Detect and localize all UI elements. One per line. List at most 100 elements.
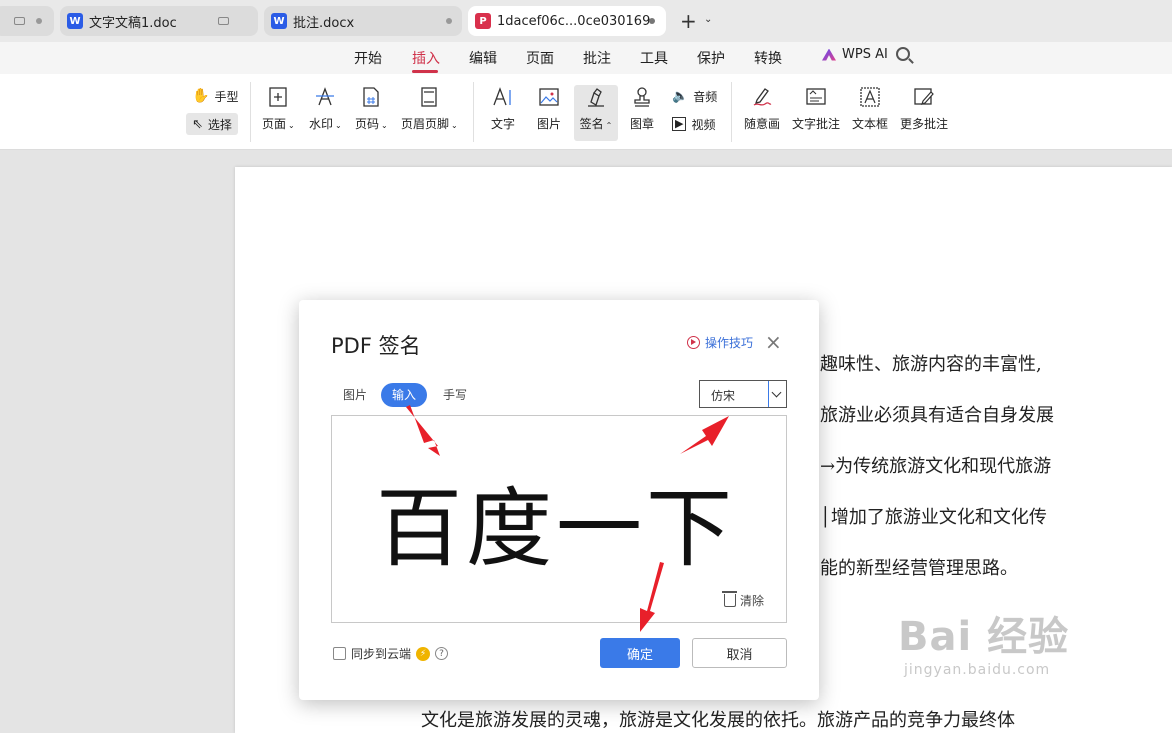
tips-link[interactable]: 操作技巧	[687, 334, 753, 351]
close-icon[interactable]: ×	[765, 332, 782, 352]
textbox-label: 文本框	[852, 117, 889, 131]
page-number-button[interactable]: 页码 ⌄	[355, 86, 388, 132]
caret-icon: ⌄	[381, 121, 388, 130]
monitor-icon	[14, 17, 25, 25]
tab-doc1-label: 文字文稿1.doc	[89, 15, 177, 31]
clear-label: 清除	[740, 594, 765, 608]
stamp-button[interactable]: 图章	[630, 86, 654, 132]
video-label: 视频	[691, 117, 716, 132]
more-comments-button[interactable]: 更多批注	[900, 86, 948, 132]
select-tool-button[interactable]: ⇖ 选择	[186, 113, 238, 135]
more-comments-icon	[914, 88, 934, 105]
font-select[interactable]: 仿宋	[699, 380, 787, 408]
freehand-label: 随意画	[744, 117, 781, 131]
tab-handwrite[interactable]: 手写	[443, 383, 467, 407]
font-select-value: 仿宋	[711, 389, 736, 403]
wps-ai-button[interactable]: WPS AI	[822, 47, 888, 62]
menu-page[interactable]: 页面	[526, 48, 554, 68]
text-label: 文字	[491, 117, 516, 131]
cursor-icon: ⇖	[192, 116, 203, 132]
clear-button[interactable]: 清除	[722, 591, 765, 609]
watermark-button[interactable]: 水印 ⌄	[309, 86, 342, 132]
page-label: 页面	[262, 117, 287, 131]
tab-doc1[interactable]: W 文字文稿1.doc	[60, 6, 258, 36]
ribbon-toolbar: ✋ 手型 ⇖ 选择 页面 ⌄ 水印 ⌄ 页码 ⌄ 页眉页脚 ⌄ 文字 图片 签名 ⌃ 图章…	[0, 74, 1172, 150]
text-comment-icon	[806, 88, 826, 105]
watermark-sub: jingyan.baidu.com	[904, 662, 1051, 678]
sign-button[interactable]: 签名 ⌃	[574, 85, 618, 141]
cancel-button[interactable]: 取消	[692, 638, 787, 668]
menu-protect[interactable]: 保护	[697, 48, 725, 68]
menu-edit[interactable]: 编辑	[469, 48, 497, 68]
hand-icon: ✋	[192, 88, 210, 104]
textbox-button[interactable]: 文本框	[852, 86, 888, 132]
close-dot-icon[interactable]	[446, 18, 452, 24]
caret-up-icon: ⌃	[605, 121, 613, 130]
audio-button[interactable]: 🔈 音频	[666, 85, 723, 107]
chevron-down-icon[interactable]	[768, 381, 786, 407]
pdf-sign-dialog: PDF 签名 操作技巧 × 图片 输入 手写 仿宋 百度一下 清除 同步到云端 …	[299, 300, 819, 700]
audio-label: 音频	[693, 89, 718, 104]
tips-label: 操作技巧	[705, 336, 754, 350]
tab-pdf-label: 1dacef06c...0ce030169	[497, 13, 651, 29]
document-line: 能的新型经营管理思路。	[820, 558, 1018, 579]
text-comment-button[interactable]: 文字批注	[792, 86, 840, 132]
image-icon	[539, 88, 559, 106]
baidu-watermark: Bai 经验 jingyan.baidu.com	[898, 604, 1069, 678]
image-label: 图片	[537, 117, 562, 131]
sync-checkbox[interactable]	[333, 647, 346, 660]
wps-ai-label: WPS AI	[842, 47, 888, 62]
active-menu-indicator	[412, 70, 438, 73]
tab-input[interactable]: 输入	[381, 383, 428, 407]
text-icon	[493, 87, 511, 106]
stamp-icon	[634, 87, 650, 107]
chevron-down-icon[interactable]: ⌄	[704, 14, 712, 25]
header-footer-button[interactable]: 页眉页脚 ⌄	[401, 86, 458, 132]
pdf-icon: P	[475, 13, 491, 29]
help-icon[interactable]: ?	[435, 647, 449, 660]
page-button[interactable]: 页面 ⌄	[262, 86, 295, 132]
menu-tools[interactable]: 工具	[640, 48, 668, 68]
separator	[250, 82, 251, 142]
dot-icon	[36, 18, 42, 24]
document-line: 趣味性、旅游内容的丰富性,	[820, 354, 1042, 375]
video-button[interactable]: ▶ 视频	[666, 113, 721, 135]
menu-convert[interactable]: 转换	[754, 48, 782, 68]
caret-icon: ⌄	[288, 121, 295, 130]
more-comments-label: 更多批注	[900, 117, 949, 131]
watermark-icon	[316, 87, 335, 106]
menu-start[interactable]: 开始	[354, 48, 382, 68]
select-label: 选择	[207, 117, 232, 132]
caret-icon: ⌄	[335, 121, 342, 130]
textbox-icon	[860, 87, 880, 107]
sync-label: 同步到云端	[351, 647, 412, 661]
ok-button[interactable]: 确定	[600, 638, 680, 668]
signature-text: 百度一下	[376, 479, 736, 579]
menu-bar: 开始 插入 编辑 页面 批注 工具 保护 转换 WPS AI	[0, 42, 1172, 74]
watermark-main: Bai 经验	[898, 614, 1070, 660]
tab-pdf[interactable]: P 1dacef06c...0ce030169	[468, 6, 666, 36]
menu-insert[interactable]: 插入	[412, 48, 440, 68]
tab-doc2[interactable]: W 批注.docx	[264, 6, 462, 36]
image-button[interactable]: 图片	[537, 86, 561, 132]
text-button[interactable]: 文字	[491, 86, 515, 132]
word-icon: W	[271, 13, 287, 29]
page-add-icon	[269, 87, 288, 107]
tab-doc2-label: 批注.docx	[293, 15, 355, 31]
hand-tool-button[interactable]: ✋ 手型	[186, 85, 244, 107]
close-dot-icon[interactable]	[649, 18, 655, 24]
separator	[731, 82, 732, 142]
word-icon: W	[67, 13, 83, 29]
sync-cloud-option[interactable]: 同步到云端 ⚡ ?	[333, 645, 449, 662]
document-line: 文化是旅游发展的灵魂，旅游是文化发展的依托。旅游产品的竞争力最终体	[421, 710, 1015, 731]
freehand-button[interactable]: 随意画	[744, 86, 780, 132]
tab-image[interactable]: 图片	[343, 383, 367, 407]
stamp-label: 图章	[630, 117, 655, 131]
menu-comment[interactable]: 批注	[583, 48, 611, 68]
page-number-icon	[363, 87, 380, 107]
page-number-label: 页码	[355, 117, 380, 131]
document-line: │增加了旅游业文化和文化传	[820, 507, 1047, 528]
search-icon[interactable]	[896, 47, 910, 61]
tab-hidden[interactable]	[0, 6, 54, 36]
new-tab-icon[interactable]: +	[680, 9, 697, 33]
